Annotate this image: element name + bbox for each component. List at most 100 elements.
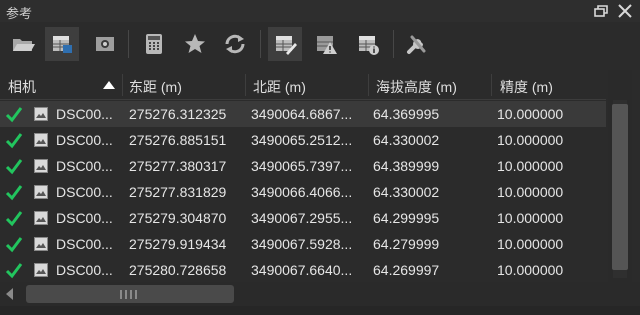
cell-altitude: 64.279999 xyxy=(373,236,440,252)
vertical-scrollbar[interactable] xyxy=(608,70,632,282)
cell-easting: 275280.728658 xyxy=(129,262,227,278)
calculator-button[interactable] xyxy=(137,27,171,61)
table-row[interactable]: DSC00... 275279.304870 3490067.2955... 64.2… xyxy=(0,205,606,231)
cell-accuracy: 10.000000 xyxy=(497,132,564,148)
check-icon[interactable] xyxy=(5,157,23,175)
table-row[interactable]: DSC00... 275277.380317 3490065.7397... 64.3… xyxy=(0,153,606,179)
cell-camera: DSC00... xyxy=(56,106,113,122)
tools-button[interactable] xyxy=(400,27,434,61)
column-header-altitude[interactable]: 海拔高度 (m) xyxy=(376,77,457,97)
close-icon[interactable] xyxy=(616,2,634,20)
cell-altitude: 64.269997 xyxy=(373,262,440,278)
sort-ascending-icon[interactable] xyxy=(103,81,115,89)
scroll-left-icon[interactable] xyxy=(6,288,13,300)
cell-northing: 3490067.5928... xyxy=(251,236,353,252)
table-row[interactable]: DSC00... 275279.919434 3490067.5928... 64.2… xyxy=(0,231,606,257)
cell-northing: 3490065.7397... xyxy=(251,158,353,174)
star-icon xyxy=(185,34,205,53)
cell-accuracy: 10.000000 xyxy=(497,158,564,174)
warning-icon xyxy=(317,36,337,54)
column-separator[interactable] xyxy=(368,74,369,96)
column-header-accuracy[interactable]: 精度 (m) xyxy=(500,77,553,97)
cell-camera: DSC00... xyxy=(56,158,113,174)
grip-line xyxy=(135,290,137,299)
cell-camera: DSC00... xyxy=(56,236,113,252)
cell-accuracy: 10.000000 xyxy=(497,106,564,122)
image-table-icon xyxy=(53,36,72,53)
tools-icon xyxy=(407,35,426,54)
panel-bottom-edge xyxy=(0,306,640,315)
toolbar-separator xyxy=(393,30,394,58)
edit-table-button[interactable] xyxy=(268,27,302,61)
image-icon xyxy=(34,107,48,121)
cell-easting: 275277.380317 xyxy=(129,158,227,174)
toolbar-separator xyxy=(128,30,129,58)
cell-altitude: 64.389999 xyxy=(373,158,440,174)
scroll-thumb[interactable] xyxy=(612,104,628,270)
cell-easting: 275276.312325 xyxy=(129,106,227,122)
image-icon xyxy=(34,133,48,147)
camera-button[interactable] xyxy=(88,27,122,61)
column-header-northing[interactable]: 北距 (m) xyxy=(253,77,306,97)
cell-northing: 3490065.2512... xyxy=(251,132,353,148)
star-button[interactable] xyxy=(178,27,212,61)
refresh-button[interactable] xyxy=(218,27,252,61)
cell-easting: 275276.885151 xyxy=(129,132,227,148)
image-icon xyxy=(34,237,48,251)
grip-line xyxy=(125,290,127,299)
check-icon[interactable] xyxy=(5,235,23,253)
column-header-easting[interactable]: 东距 (m) xyxy=(129,77,182,97)
grip-line xyxy=(130,290,132,299)
cell-northing: 3490064.6867... xyxy=(251,106,353,122)
cell-northing: 3490067.2955... xyxy=(251,210,353,226)
info-table-button[interactable] xyxy=(351,27,385,61)
camera-icon xyxy=(96,37,114,51)
image-table-button[interactable] xyxy=(45,27,79,61)
cell-accuracy: 10.000000 xyxy=(497,262,564,278)
cell-easting: 275279.919434 xyxy=(129,236,227,252)
cell-accuracy: 10.000000 xyxy=(497,236,564,252)
column-separator[interactable] xyxy=(245,74,246,96)
horizontal-scrollbar[interactable] xyxy=(0,282,640,306)
horizontal-scroll-thumb[interactable] xyxy=(26,285,234,303)
camera-table: 相机 东距 (m) 北距 (m) 海拔高度 (m) 精度 (m) DSC00..… xyxy=(0,70,640,282)
cell-altitude: 64.330002 xyxy=(373,184,440,200)
open-folder-icon xyxy=(13,39,35,51)
check-icon[interactable] xyxy=(5,261,23,279)
grip-line xyxy=(120,290,122,299)
cell-camera: DSC00... xyxy=(56,132,113,148)
refresh-icon xyxy=(225,34,245,54)
table-row[interactable]: DSC00... 275280.728658 3490067.6640... 64.2… xyxy=(0,257,606,282)
column-separator[interactable] xyxy=(491,74,492,96)
table-row[interactable]: DSC00... 275276.312325 3490064.6867... 64.3… xyxy=(0,101,606,127)
cell-accuracy: 10.000000 xyxy=(497,184,564,200)
check-icon[interactable] xyxy=(5,209,23,227)
edit-table-icon xyxy=(276,36,297,55)
cell-camera: DSC00... xyxy=(56,184,113,200)
restore-icon[interactable] xyxy=(592,2,610,20)
toolbar-separator xyxy=(260,30,261,58)
cell-accuracy: 10.000000 xyxy=(497,210,564,226)
image-icon xyxy=(34,159,48,173)
cell-northing: 3490066.4066... xyxy=(251,184,353,200)
cell-altitude: 64.330002 xyxy=(373,132,440,148)
cell-camera: DSC00... xyxy=(56,262,113,278)
image-icon xyxy=(34,211,48,225)
check-icon[interactable] xyxy=(5,183,23,201)
table-row[interactable]: DSC00... 275277.831829 3490066.4066... 64.3… xyxy=(0,179,606,205)
column-separator[interactable] xyxy=(122,74,123,96)
calculator-icon xyxy=(146,34,162,54)
check-icon[interactable] xyxy=(5,105,23,123)
table-header: 相机 东距 (m) 北距 (m) 海拔高度 (m) 精度 (m) xyxy=(0,70,606,100)
open-folder-button[interactable] xyxy=(6,27,40,61)
table-row[interactable]: DSC00... 275276.885151 3490065.2512... 64.3… xyxy=(0,127,606,153)
cell-altitude: 64.299995 xyxy=(373,210,440,226)
info-table-icon xyxy=(359,36,379,55)
cell-altitude: 64.369995 xyxy=(373,106,440,122)
cell-easting: 275279.304870 xyxy=(129,210,227,226)
column-header-camera[interactable]: 相机 xyxy=(8,77,36,97)
warning-table-button[interactable] xyxy=(309,27,343,61)
panel-titlebar: 参考 xyxy=(0,0,640,22)
image-icon xyxy=(34,185,48,199)
check-icon[interactable] xyxy=(5,131,23,149)
